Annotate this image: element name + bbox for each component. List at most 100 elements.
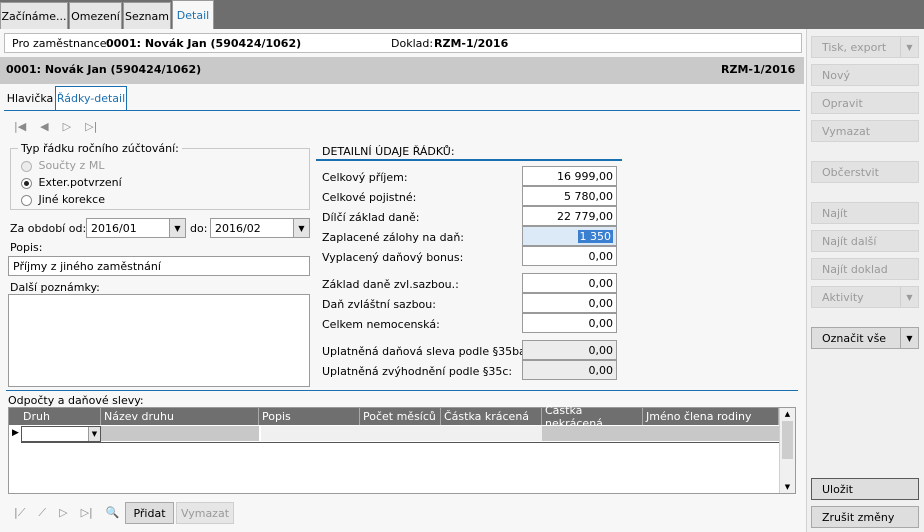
scroll-down-icon[interactable]: ▼ [780,483,795,491]
scroll-up-icon[interactable]: ▲ [780,410,795,418]
tab-seznam[interactable]: Seznam [123,2,171,29]
column-label: Počet měsíců [363,410,436,423]
save-button[interactable]: Uložit [811,478,919,500]
notes-label: Další poznámky: [10,281,100,294]
column-druh[interactable]: Druh [20,408,101,425]
first-row-icon[interactable]: |⟋ [14,506,25,520]
doc-value: RZM-1/2016 [434,37,509,50]
field-value: 0,00 [588,249,614,263]
activities-button[interactable]: Aktivity ▼ [811,286,919,308]
popis-input[interactable]: Příjmy z jiného zaměstnání [8,256,310,276]
field-bonus[interactable]: 0,00 [522,246,617,266]
button-label: Nový [822,68,850,82]
radio-button[interactable] [21,177,32,189]
doc-label: Doklad: [391,37,434,50]
detail-label-sleva: Uplatněná daňová sleva podle §35ba-bb: [322,345,548,358]
field-value: 0,00 [588,343,614,357]
search-icon[interactable]: 🔍 [106,506,120,520]
find-next-button[interactable]: Najít další [811,230,919,252]
field-value: 0,00 [588,276,614,290]
radio-soucty[interactable]: Součty z ML [21,159,104,172]
field-pojistne[interactable]: 5 780,00 [522,186,617,206]
tab-detail[interactable]: Detail [172,0,214,29]
detail-label-bonus: Vyplacený daňový bonus: [322,251,464,264]
detail-label-zaklad-dane: Dílčí základ daně: [322,211,420,224]
chevron-down-icon[interactable]: ▼ [900,328,918,348]
record-title: 0001: Novák Jan (590424/1062) [6,63,202,76]
grid-druh-combo[interactable]: ▼ [21,426,101,442]
chevron-down-icon[interactable]: ▼ [293,219,309,237]
column-kracena[interactable]: Částka krácená [441,408,542,425]
prev-record-icon[interactable]: ◀ [40,120,48,133]
field-dan-zvl[interactable]: 0,00 [522,293,617,313]
button-label: Označit vše [822,331,887,345]
field-nemocenska[interactable]: 0,00 [522,313,617,333]
last-record-icon[interactable]: ▷| [85,120,97,133]
chevron-down-icon[interactable]: ▼ [900,37,918,57]
detail-label-celkovy-prijem: Celkový příjem: [322,171,408,184]
detail-label-zaklad-zvl: Základ daně zvl.sazbou.: [322,278,459,291]
subtab-radky-detail[interactable]: Řádky-detail [55,86,127,110]
print-export-button[interactable]: Tisk, export ▼ [811,36,919,58]
first-record-icon[interactable]: |◀ [14,120,26,133]
button-label: Zrušit změny [822,510,895,524]
find-button[interactable]: Najít [811,202,919,224]
select-all-button[interactable]: Označit vše ▼ [811,327,919,349]
delete-button[interactable]: Vymazat [811,120,919,142]
last-row-icon[interactable]: ▷| [81,506,93,520]
field-zaklad-zvl[interactable]: 0,00 [522,273,617,293]
button-label: Vymazat [180,506,230,520]
column-label: Druh [23,410,50,423]
radio-exter[interactable]: Exter.potvrzení [21,176,122,189]
popis-label: Popis: [10,241,43,254]
grid-row-line [21,442,779,443]
field-zalohy[interactable]: 1 350 [522,226,617,246]
type-group-legend: Typ řádku ročního zúčtování: [18,142,182,155]
column-pocet[interactable]: Počet měsíců [360,408,441,425]
field-celkovy-prijem[interactable]: 16 999,00 [522,166,617,186]
subtab-hlavicka[interactable]: Hlavička [6,86,54,110]
tab-omezeni[interactable]: Omezení [69,2,122,29]
button-label: Tisk, export [822,40,887,54]
period-from-combo[interactable]: 2016/01 ▼ [86,218,186,238]
column-nazev[interactable]: Název druhu [101,408,259,425]
column-jmeno[interactable]: Jméno člena rodiny [643,408,779,425]
radio-button[interactable] [21,194,32,206]
notes-textarea[interactable] [8,294,310,387]
field-zaklad-dane[interactable]: 22 779,00 [522,206,617,226]
refresh-button[interactable]: Občerstvit [811,161,919,183]
chevron-down-icon[interactable]: ▼ [169,219,185,237]
details-underline [316,159,622,161]
column-label: Popis [262,410,291,423]
radio-button[interactable] [21,160,32,172]
cancel-changes-button[interactable]: Zrušit změny [811,506,919,528]
grid-cell-popis[interactable] [261,426,360,441]
next-record-icon[interactable]: ▷ [63,120,71,133]
radio-jine[interactable]: Jiné korekce [21,193,105,206]
deductions-label: Odpočty a daňové slevy: [8,394,144,407]
field-value: 0,00 [588,316,614,330]
record-nav: |◀ ◀ ▷ ▷| [14,120,97,133]
scroll-thumb[interactable] [782,421,793,459]
grid-cell-pocet[interactable] [360,426,542,441]
button-label: Občerstvit [822,165,879,179]
column-popis[interactable]: Popis [259,408,360,425]
find-doc-button[interactable]: Najít doklad [811,258,919,280]
grid-nav: |⟋ ⟋ ▷ ▷| 🔍 [14,506,119,520]
column-nekracena[interactable]: Částka nekrácená [542,404,643,430]
grid-scrollbar[interactable]: ▲ ▼ [779,408,795,493]
edit-button[interactable]: Opravit [811,92,919,114]
next-row-icon[interactable]: ▷ [59,506,67,520]
period-to-combo[interactable]: 2016/02 ▼ [210,218,310,238]
tab-zaciname[interactable]: Začínáme... [0,2,68,29]
detail-label-pojistne: Celkové pojistné: [322,191,417,204]
add-row-button[interactable]: Přidat [125,502,174,524]
prev-row-icon[interactable]: ⟋ [38,506,46,520]
field-value: 16 999,00 [557,169,613,183]
delete-row-button[interactable]: Vymazat [176,502,234,524]
new-button[interactable]: Nový [811,64,919,86]
button-label: Přidat [133,506,166,520]
field-value: 0,00 [588,363,614,377]
chevron-down-icon[interactable]: ▼ [900,287,918,307]
chevron-down-icon[interactable]: ▼ [88,427,100,441]
